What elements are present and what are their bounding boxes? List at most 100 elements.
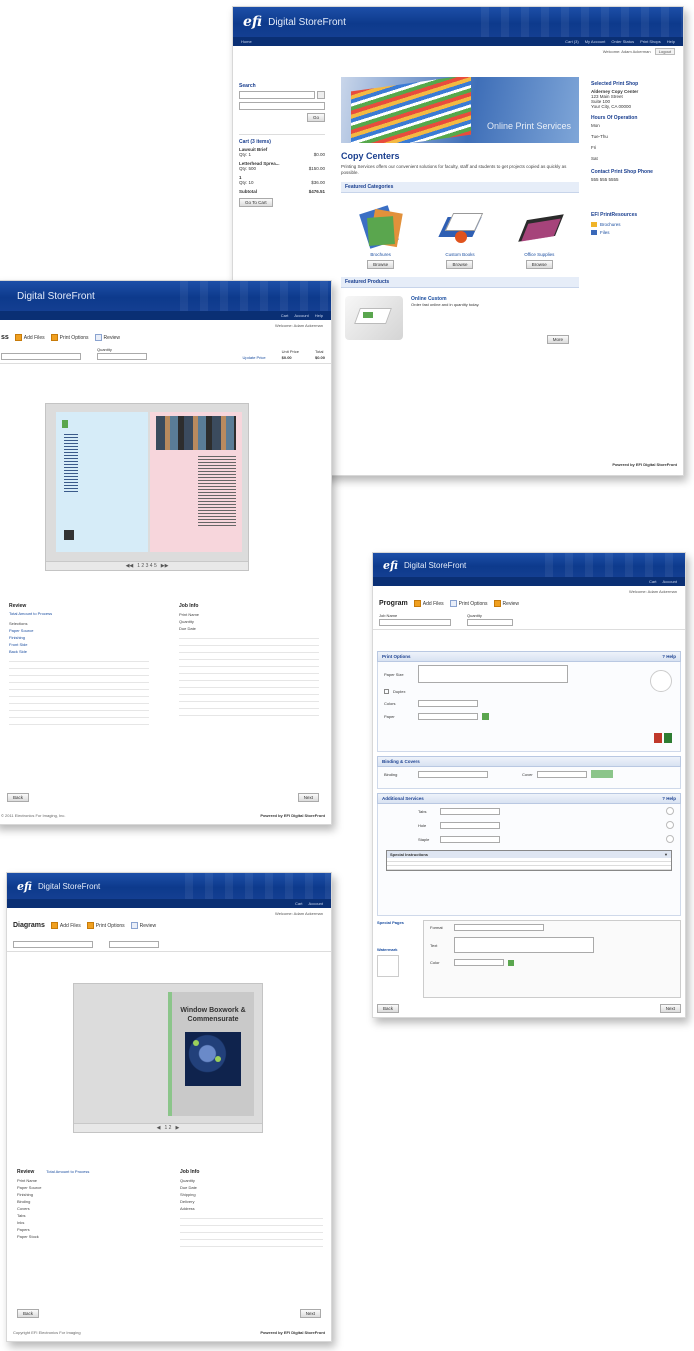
- browse-button[interactable]: Browse: [367, 260, 395, 269]
- search-go-button[interactable]: Go: [306, 113, 325, 122]
- welcome-text: Welcome: Adam Ackerman: [275, 323, 323, 328]
- step-review[interactable]: Review: [94, 334, 120, 341]
- summary-sub[interactable]: Total Amount to Process: [9, 611, 149, 616]
- step-review[interactable]: Review: [493, 600, 519, 607]
- watermark-label[interactable]: Watermark: [377, 947, 417, 952]
- colors-select[interactable]: [418, 700, 478, 707]
- panel-header[interactable]: Print Options ? Help: [377, 651, 681, 662]
- quantity-field[interactable]: Quantity: [467, 613, 513, 626]
- step-add-files[interactable]: Add Files: [14, 334, 45, 341]
- special-instructions-dropdown[interactable]: Special Instructions ▼: [386, 850, 672, 871]
- options-panels: Print Options ? Help Paper Size Duplex Co…: [377, 651, 681, 1013]
- preview-pager[interactable]: ◀ 1 2 ▶: [74, 1123, 262, 1132]
- next-button[interactable]: Next: [297, 793, 319, 802]
- nav-link[interactable]: Order Status: [611, 39, 634, 44]
- step-print-options[interactable]: Print Options: [86, 922, 125, 929]
- job-name-field[interactable]: [1, 347, 81, 360]
- featured-categories-heading: Featured Categories: [341, 182, 579, 193]
- welcome-text: Welcome: Adam Ackerman: [629, 589, 677, 594]
- job-name-field[interactable]: Job Name: [379, 613, 451, 626]
- binding-graphic-icon: [590, 770, 613, 778]
- chevron-left-icon[interactable]: ◀◀: [126, 563, 134, 569]
- header-bar: efi Digital StoreFront: [373, 553, 685, 577]
- chevron-down-icon[interactable]: ▼: [664, 852, 668, 857]
- update-price-link[interactable]: Update Price: [243, 355, 266, 360]
- search-input[interactable]: [239, 102, 325, 110]
- page-title: Copy Centers: [341, 151, 400, 161]
- next-button[interactable]: Next: [299, 1309, 321, 1318]
- chevron-right-icon[interactable]: ▶: [175, 1125, 179, 1131]
- category-name[interactable]: Office Supplies: [524, 252, 554, 257]
- review-summary: Review Total Amount to Process Print Nam…: [17, 1169, 323, 1252]
- summary-line: Paper Source: [17, 1185, 42, 1190]
- next-button[interactable]: Next: [659, 1004, 681, 1013]
- browse-button[interactable]: Browse: [446, 260, 474, 269]
- step-print-options[interactable]: Print Options: [449, 600, 488, 607]
- preview-pager[interactable]: ◀◀ 1 2 3 4 5 ▶▶: [46, 561, 248, 570]
- checkbox[interactable]: [384, 689, 389, 694]
- resource-item[interactable]: Files: [591, 230, 677, 235]
- step-print-options[interactable]: Print Options: [50, 334, 89, 341]
- chevron-down-icon[interactable]: [317, 91, 325, 99]
- job-info-line: Quantity: [179, 619, 194, 624]
- category-name[interactable]: Brochures: [370, 252, 391, 257]
- category-tile[interactable]: Custom Books Browse: [437, 203, 484, 269]
- nav-home[interactable]: Home: [241, 39, 252, 44]
- footer-left: Copyright EFI Electronics For Imaging: [13, 1330, 81, 1335]
- chevron-left-icon[interactable]: ◀: [157, 1125, 161, 1131]
- staple-select[interactable]: [440, 835, 500, 843]
- paper-label: Paper: [384, 714, 395, 719]
- nav-link[interactable]: My Account: [585, 39, 606, 44]
- step-review[interactable]: Review: [130, 922, 156, 929]
- step-add-files[interactable]: Add Files: [413, 600, 444, 607]
- back-button[interactable]: Back: [377, 1004, 400, 1013]
- chevron-right-icon[interactable]: ▶▶: [161, 563, 169, 569]
- nav-link[interactable]: Account: [663, 579, 677, 584]
- help-icon[interactable]: ? Help: [662, 654, 676, 659]
- category-tile[interactable]: Office Supplies Browse: [516, 203, 565, 269]
- nav-link[interactable]: Help: [667, 39, 675, 44]
- back-button[interactable]: Back: [7, 793, 30, 802]
- quantity-field[interactable]: Quantity: [97, 347, 147, 360]
- contact-value: 555 555 5555: [591, 177, 619, 182]
- resource-item[interactable]: Brochures: [591, 222, 677, 227]
- cart-item-qty: Qty: 1: [239, 152, 252, 157]
- job-name-field[interactable]: [13, 935, 93, 948]
- nav-link[interactable]: Print Shops: [640, 39, 661, 44]
- page-numbers[interactable]: 1 2 3 4 5: [137, 563, 156, 569]
- category-name[interactable]: Custom Books: [445, 252, 474, 257]
- step-add-files[interactable]: Add Files: [50, 922, 81, 929]
- binding-select[interactable]: [418, 770, 488, 778]
- nav-link[interactable]: Account: [309, 901, 323, 906]
- summary-sub[interactable]: Total Amount to Process: [46, 1169, 89, 1177]
- nav-link[interactable]: Cart: [649, 579, 657, 584]
- header-bar: Digital StoreFront: [0, 281, 331, 311]
- nav-link[interactable]: Help: [315, 313, 323, 318]
- hole-select[interactable]: [440, 821, 500, 829]
- nav-link[interactable]: Account: [294, 313, 308, 318]
- page-numbers[interactable]: 1 2: [165, 1125, 172, 1131]
- browse-button[interactable]: Browse: [525, 260, 553, 269]
- help-icon[interactable]: ? Help: [662, 796, 676, 801]
- quantity-field[interactable]: [109, 935, 159, 948]
- nav-link[interactable]: Cart: [295, 901, 303, 906]
- paper-select[interactable]: [418, 713, 478, 720]
- watermark-text[interactable]: [454, 937, 594, 953]
- go-to-cart-button[interactable]: Go To Cart: [239, 198, 273, 207]
- more-button[interactable]: More: [546, 335, 569, 344]
- format-select[interactable]: [454, 924, 544, 931]
- subtotal-label: Subtotal: [239, 189, 257, 194]
- panel-header[interactable]: Binding & Covers: [377, 756, 681, 767]
- nav-link[interactable]: Cart (3): [565, 39, 579, 44]
- logout-button[interactable]: Logout: [654, 48, 675, 55]
- nav-link[interactable]: Cart: [281, 313, 289, 318]
- panel-header[interactable]: Additional Services ? Help: [377, 793, 681, 804]
- office-supplies-icon: [516, 203, 565, 249]
- back-button[interactable]: Back: [17, 1309, 40, 1318]
- category-tile[interactable]: Brochures Browse: [358, 203, 404, 269]
- paper-size-select[interactable]: [418, 665, 568, 683]
- cover-select[interactable]: [536, 770, 587, 778]
- color-select[interactable]: [454, 959, 504, 966]
- search-scope-select[interactable]: [239, 91, 315, 99]
- tabs-select[interactable]: [440, 807, 500, 815]
